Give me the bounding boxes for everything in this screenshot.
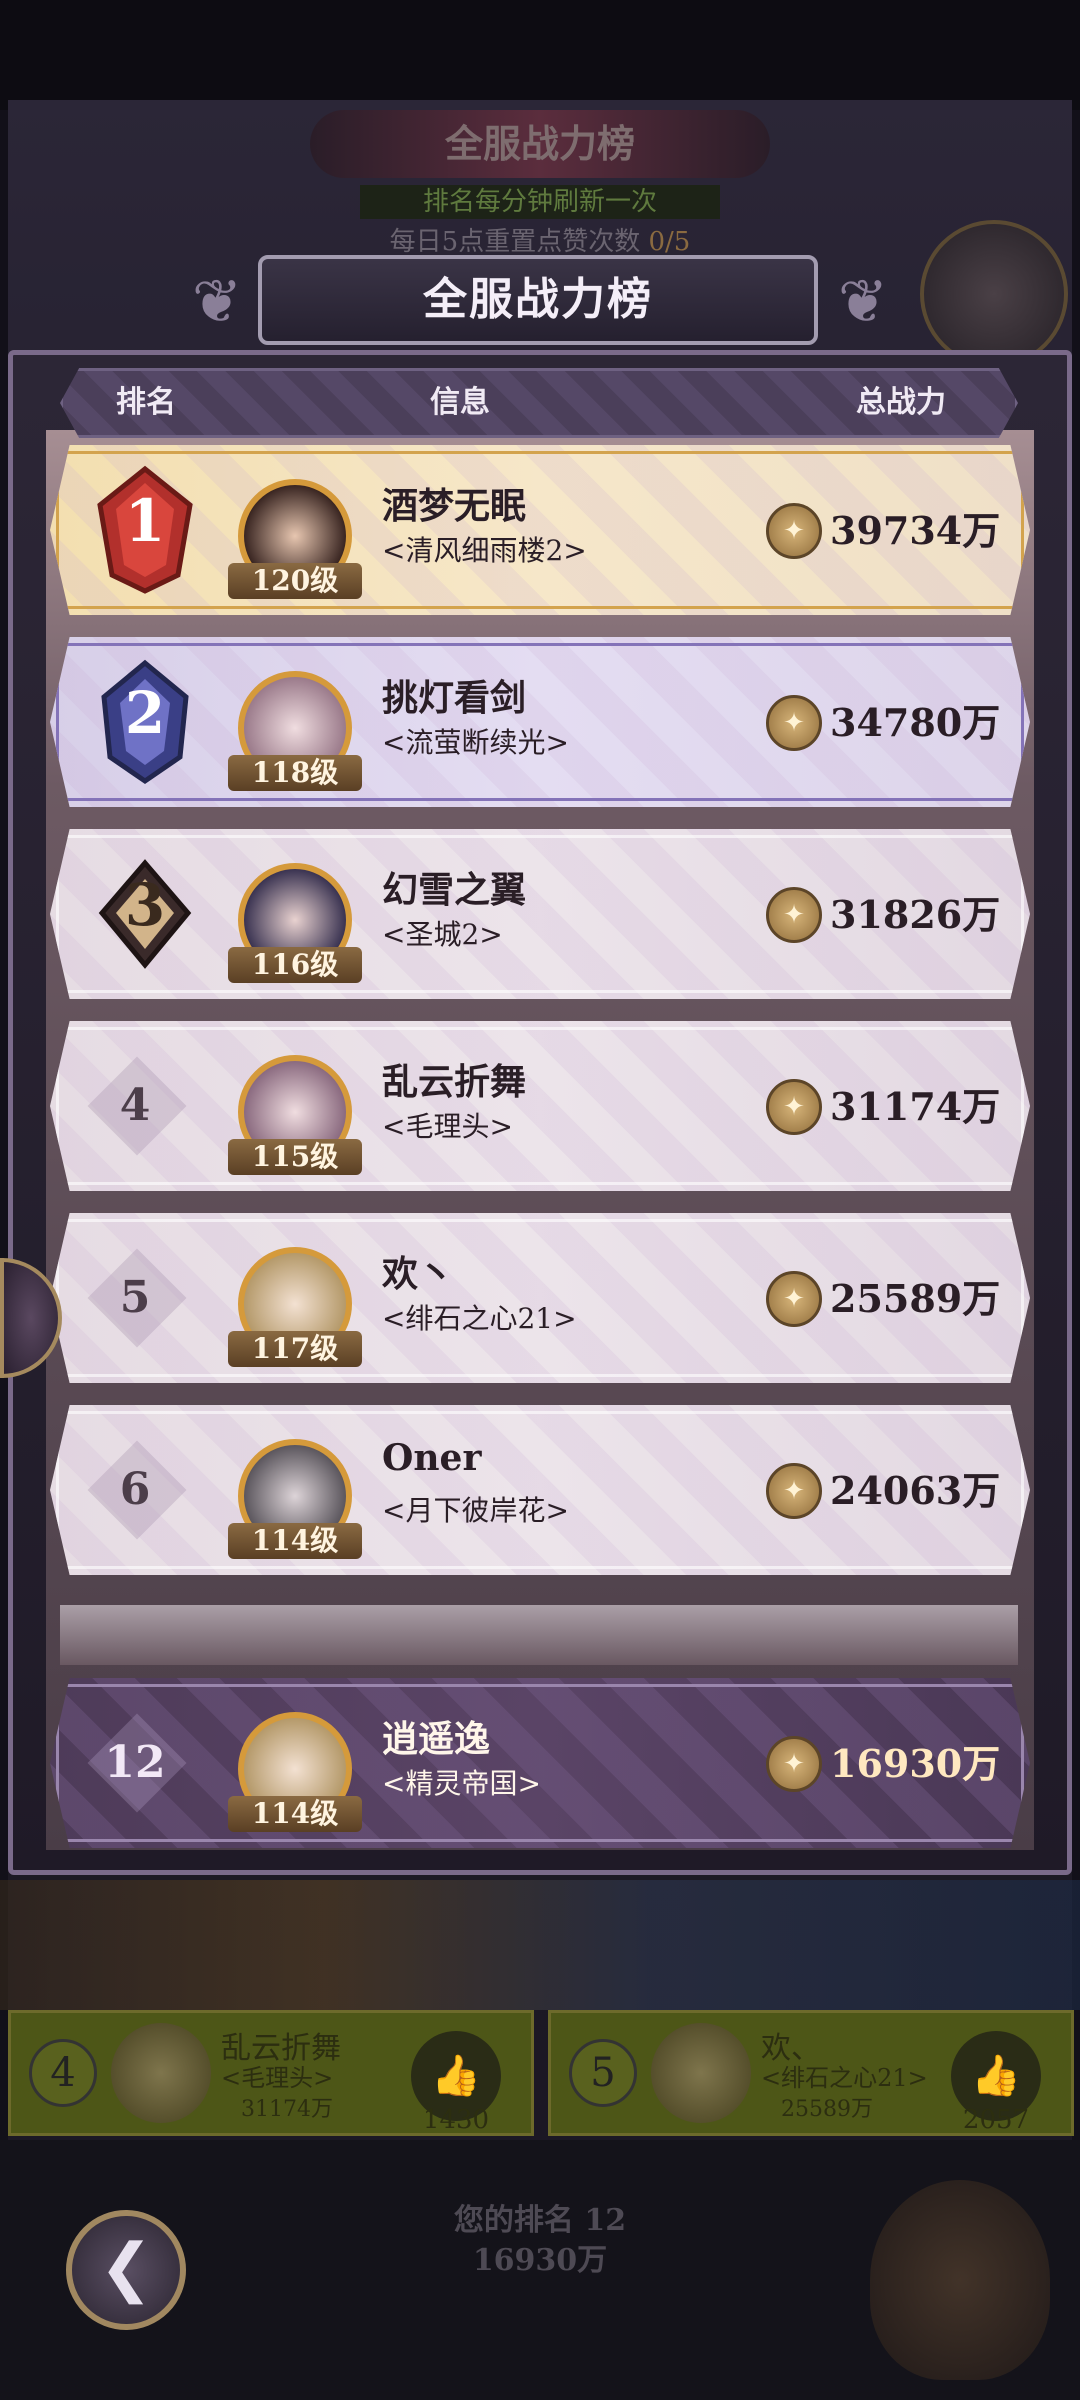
guild-name: <精灵帝国> xyxy=(382,1767,541,1800)
power-icon: ✦ xyxy=(766,1079,822,1135)
rank-3-medal-icon: 3 xyxy=(90,849,200,979)
player-name: 欢丶 xyxy=(382,1253,455,1295)
top-avatar[interactable] xyxy=(920,220,1068,368)
guild-name: <绯石之心21> xyxy=(382,1302,577,1335)
power-value: 31826万 xyxy=(830,892,1001,937)
power-icon: ✦ xyxy=(766,695,822,751)
like-count: 1430 xyxy=(422,2105,490,2135)
refresh-note: 排名每分钟刷新一次 xyxy=(360,185,720,219)
like-card-2: 5 欢、 <绯石之心21> 25589万 👍 2057 xyxy=(548,2010,1074,2136)
like-card-1: 4 乱云折舞 <毛理头> 31174万 👍 1430 xyxy=(8,2010,534,2136)
table-row[interactable]: 3 116级 幻雪之翼 <圣城2> ✦ 31826万 xyxy=(50,829,1030,999)
player-name: Oner xyxy=(382,1437,482,1479)
avatar[interactable]: 117级 xyxy=(220,1225,370,1375)
level-badge: 116级 xyxy=(228,947,362,983)
header-rank: 排名 xyxy=(116,385,176,420)
table-row[interactable]: 2 118级 挑灯看剑 <流萤断续光> ✦ 34780万 xyxy=(50,637,1030,807)
table-row[interactable]: 4 115级 乱云折舞 <毛理头> ✦ 31174万 xyxy=(50,1021,1030,1191)
power-icon: ✦ xyxy=(766,887,822,943)
power-icon: ✦ xyxy=(766,1736,822,1792)
guild-name: <圣城2> xyxy=(382,918,503,951)
back-button[interactable]: ❮ xyxy=(66,2210,186,2330)
rank-number: 6 xyxy=(119,1464,151,1515)
top-bar xyxy=(0,0,1080,110)
header-info: 信息 xyxy=(430,385,490,420)
guild-name: <流萤断续光> xyxy=(382,726,569,759)
rank-number: 1 xyxy=(124,487,166,555)
like-card-rank: 5 xyxy=(569,2039,637,2107)
like-card-guild: <毛理头> xyxy=(221,2064,334,2092)
power-icon: ✦ xyxy=(766,503,822,559)
guild-name: <月下彼岸花> xyxy=(382,1494,569,1527)
level-badge: 115级 xyxy=(228,1139,362,1175)
level-badge: 114级 xyxy=(228,1796,362,1832)
background-title: 全服战力榜 xyxy=(310,110,770,178)
reset-note: 每日5点重置点赞次数 0/5 xyxy=(300,225,780,259)
power-icon: ✦ xyxy=(766,1463,822,1519)
table-row[interactable]: 1 120级 酒梦无眠 <清风细雨楼2> ✦ 39734万 xyxy=(50,445,1030,615)
player-name: 乱云折舞 xyxy=(382,1061,527,1103)
my-hero-portrait xyxy=(870,2180,1050,2380)
like-card-avatar xyxy=(651,2023,751,2123)
like-card-power: 31174万 xyxy=(241,2097,333,2122)
power-value: 24063万 xyxy=(830,1468,1001,1513)
avatar[interactable]: 114级 xyxy=(220,1417,370,1567)
my-rank-label: 您的排名 12 xyxy=(453,2203,627,2238)
rank-1-medal-icon: 1 xyxy=(90,465,200,595)
power-value: 39734万 xyxy=(830,508,1001,553)
reset-count: 0/5 xyxy=(648,227,691,257)
header-power: 总战力 xyxy=(856,385,946,420)
rank-number: 3 xyxy=(124,871,166,939)
player-name: 逍遥逸 xyxy=(382,1718,491,1760)
level-badge: 120级 xyxy=(228,563,362,599)
guild-name: <清风细雨楼2> xyxy=(382,534,587,567)
avatar[interactable]: 120级 xyxy=(220,457,370,607)
like-card-guild: <绯石之心21> xyxy=(761,2064,928,2092)
avatar[interactable]: 116级 xyxy=(220,841,370,991)
table-row[interactable]: 6 114级 Oner <月下彼岸花> ✦ 24063万 xyxy=(50,1405,1030,1575)
avatar[interactable]: 118级 xyxy=(220,649,370,799)
power-value: 34780万 xyxy=(830,700,1001,745)
like-count: 2057 xyxy=(962,2105,1030,2135)
table-row[interactable]: 5 117级 欢丶 <绯石之心21> ✦ 25589万 xyxy=(50,1213,1030,1383)
hero-strip xyxy=(0,1880,1080,2010)
level-badge: 117级 xyxy=(228,1331,362,1367)
power-value: 25589万 xyxy=(830,1276,1001,1321)
reset-note-text: 每日5点重置点赞次数 xyxy=(389,227,649,257)
my-rank-row[interactable]: 12 114级 逍遥逸 <精灵帝国> ✦ 16930万 xyxy=(50,1678,1030,1848)
title-ornament-left-icon: ❦ xyxy=(191,267,243,337)
back-arrow-icon: ❮ xyxy=(99,2231,153,2305)
like-card-avatar xyxy=(111,2023,211,2123)
my-power-label: 16930万 xyxy=(472,2243,608,2278)
player-name: 酒梦无眠 xyxy=(382,485,527,527)
avatar[interactable]: 114级 xyxy=(220,1690,370,1840)
rank-2-medal-icon: 2 xyxy=(90,657,200,787)
rank-number: 5 xyxy=(119,1272,151,1323)
title-ornament-right-icon: ❦ xyxy=(837,267,889,337)
modal-title: 全服战力榜 xyxy=(258,255,818,345)
player-name: 挑灯看剑 xyxy=(382,677,527,719)
power-value: 16930万 xyxy=(830,1741,1001,1786)
power-icon: ✦ xyxy=(766,1271,822,1327)
like-card-power: 25589万 xyxy=(781,2097,873,2122)
like-card-rank: 4 xyxy=(29,2039,97,2107)
level-badge: 114级 xyxy=(228,1523,362,1559)
player-name: 幻雪之翼 xyxy=(382,869,527,911)
rank-number: 12 xyxy=(104,1737,166,1788)
rank-number: 4 xyxy=(119,1080,151,1131)
list-fade xyxy=(60,1605,1018,1665)
level-badge: 118级 xyxy=(228,755,362,791)
avatar[interactable]: 115级 xyxy=(220,1033,370,1183)
guild-name: <毛理头> xyxy=(382,1110,513,1143)
power-value: 31174万 xyxy=(830,1084,1001,1129)
rank-number: 2 xyxy=(124,679,166,747)
